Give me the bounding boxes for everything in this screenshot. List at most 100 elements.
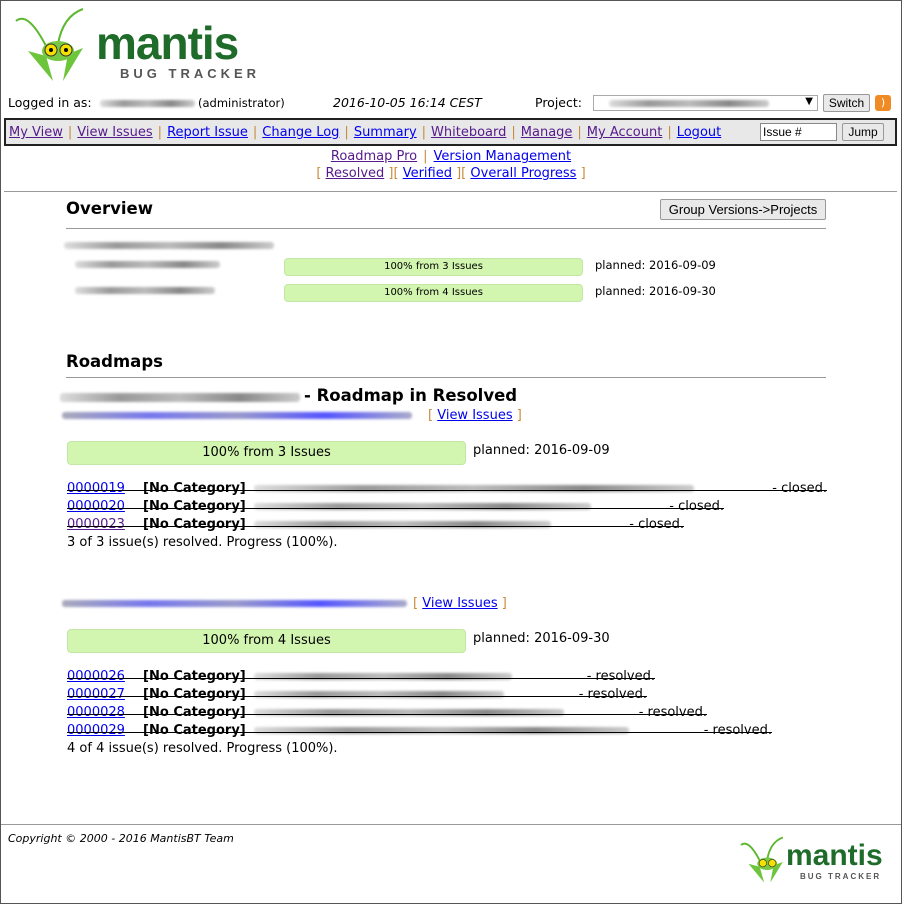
username-redacted [100,100,195,107]
switch-button[interactable]: Switch [823,94,870,112]
mantis-bug-icon [740,836,784,883]
project-name-redacted [64,242,274,249]
verified-link[interactable]: Verified [403,166,452,181]
strikethrough [67,490,827,491]
view-filter: [ Resolved ][ Verified ][ Overall Progre… [316,166,586,181]
footer-mantis-logo[interactable]: mantis BUG TRACKER [736,835,884,885]
menu-item-logout[interactable]: Logout [677,125,722,140]
menu-item-my-account[interactable]: My Account [587,125,663,140]
issue-id-link[interactable]: 0000027 [67,687,125,702]
overall-progress-link[interactable]: Overall Progress [470,166,576,181]
logo-word: mantis [786,839,883,872]
project-name-redacted [60,393,300,402]
divider [66,228,826,229]
progress-bar: 100% from 3 Issues [67,441,466,465]
progress-summary: 3 of 3 issue(s) resolved. Progress (100%… [67,535,338,550]
issue-category: [No Category] [143,705,246,720]
menu-item-my-view[interactable]: My View [9,125,63,140]
logo-tagline: BUG TRACKER [800,872,882,881]
menu-item-change-log[interactable]: Change Log [262,125,339,140]
issue-status: - resolved. [638,705,707,720]
issue-row: 0000026 [No Category] - resolved. [67,669,655,687]
issue-status: - closed. [772,481,827,496]
issue-id-link[interactable]: 0000029 [67,723,125,738]
strikethrough [67,508,724,509]
issue-id-link[interactable]: 0000020 [67,499,125,514]
issue-category: [No Category] [143,669,246,684]
version-name-redacted [75,261,220,268]
menu-item-summary[interactable]: Summary [354,125,417,140]
logged-in-label: Logged in as: [8,95,92,110]
strikethrough [67,732,772,733]
menu-separator: | [667,125,672,140]
project-select[interactable]: ▼ [593,95,818,111]
issue-row: 0000020 [No Category] - closed. [67,499,724,517]
planned-date: planned: 2016-09-09 [473,443,610,458]
rss-icon[interactable]: ) [875,95,891,111]
overview-title: Overview [66,199,153,218]
version-name-redacted [75,287,215,294]
menu-separator: | [421,125,427,140]
strikethrough [67,526,684,527]
view-issues-link[interactable]: View Issues [437,408,512,423]
strikethrough [67,696,647,697]
roadmaps-title: Roadmaps [66,352,163,371]
menu-item-manage[interactable]: Manage [521,125,573,140]
issue-id-link[interactable]: 0000026 [67,669,125,684]
planned-date: planned: 2016-09-30 [473,631,610,646]
menu-item-report-issue[interactable]: Report Issue [167,125,248,140]
project-label: Project: [535,95,582,110]
jump-button[interactable]: Jump [842,123,884,141]
menu-item-view-issues[interactable]: View Issues [77,125,152,140]
menu-separator: | [344,125,349,140]
issue-category: [No Category] [143,499,246,514]
submenu: Roadmap Pro | Version Management [330,149,572,164]
progress-bar: 100% from 4 Issues [284,284,583,302]
view-issues-link[interactable]: View Issues [422,596,497,611]
project-name-redacted [609,100,769,107]
issue-status: - resolved. [586,669,655,684]
issue-id-link[interactable]: 0000019 [67,481,125,496]
progress-bar: 100% from 4 Issues [67,629,466,653]
logo-tagline: BUG TRACKER [120,66,261,81]
copyright: Copyright © 2000 - 2016 MantisBT Team [8,832,234,845]
logo-word: mantis [96,17,239,69]
issue-status: - resolved. [578,687,647,702]
view-issues-bracket: [ View Issues ] [413,596,507,611]
divider [4,191,897,192]
issue-status: - resolved. [703,723,772,738]
resolved-link[interactable]: Resolved [326,166,385,181]
menu-links: My View | View Issues | Report Issue | Change … [9,125,721,140]
mantis-logo[interactable]: mantis BUG TRACKER [8,6,256,84]
progress-summary: 4 of 4 issue(s) resolved. Progress (100%… [67,741,338,756]
progress-bar: 100% from 3 Issues [284,258,583,276]
issue-id-link[interactable]: 0000023 [67,517,125,532]
roadmap-pro-link[interactable]: Roadmap Pro [331,149,417,164]
issue-status: - closed. [629,517,684,532]
planned-date: planned: 2016-09-09 [595,258,716,272]
view-issues-bracket: [ View Issues ] [428,408,522,423]
issue-status: - closed. [669,499,724,514]
divider [66,377,826,378]
issue-row: 0000023 [No Category] - closed. [67,517,684,535]
issue-id-link[interactable]: 0000028 [67,705,125,720]
issue-category: [No Category] [143,517,246,532]
issue-category: [No Category] [143,723,246,738]
user-role: (administrator) [198,96,285,110]
chevron-down-icon: ▼ [805,96,813,107]
menu-separator: | [511,125,516,140]
footer-divider [1,824,901,825]
menu-item-whiteboard[interactable]: Whiteboard [431,125,506,140]
issue-category: [No Category] [143,687,246,702]
issue-number-input[interactable]: Issue # [760,123,837,141]
menu-separator: | [67,125,73,140]
version-name-redacted [62,412,412,419]
strikethrough [67,678,655,679]
mantis-bug-icon [15,8,84,81]
planned-date: planned: 2016-09-30 [595,284,716,298]
version-management-link[interactable]: Version Management [434,149,572,164]
menu-separator: | [157,125,163,140]
menu-separator: | [577,125,582,140]
strikethrough [67,714,707,715]
group-versions-button[interactable]: Group Versions->Projects [660,199,826,220]
